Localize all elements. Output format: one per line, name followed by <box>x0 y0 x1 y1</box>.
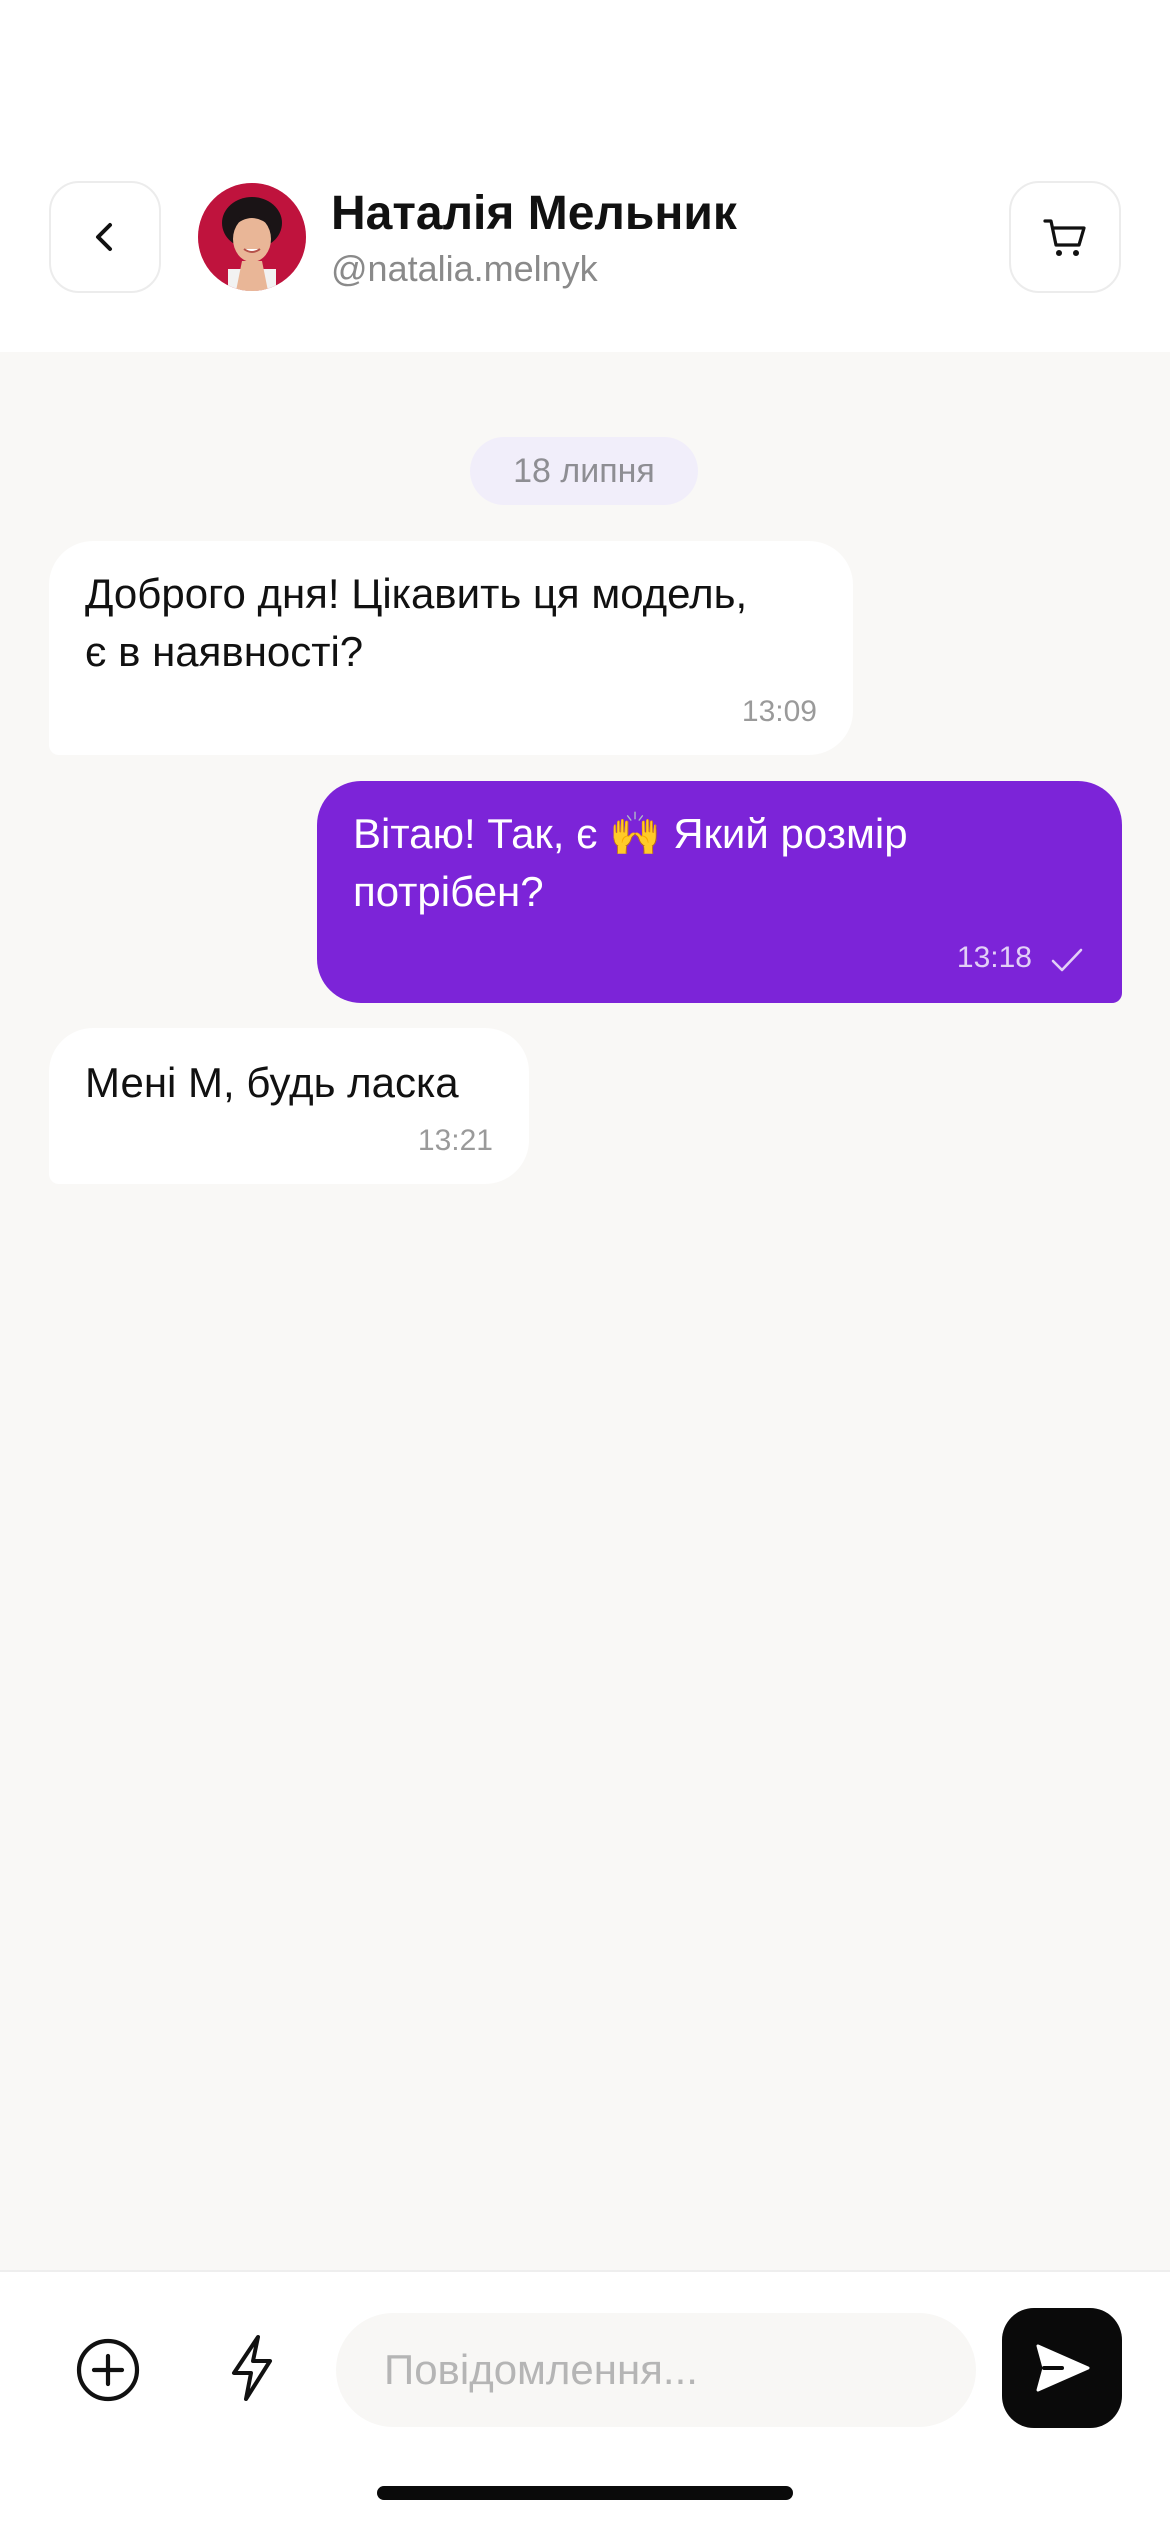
message-text: Вітаю! Так, є 🙌 Який розмір <box>353 810 908 857</box>
message-bubble-outgoing[interactable]: Вітаю! Так, є 🙌 Який розмір потрібен? 13… <box>317 781 1122 1003</box>
message-text: Доброго дня! Цікавить ця модель, <box>85 570 748 617</box>
plus-circle-icon <box>76 2338 140 2402</box>
message-time: 13:21 <box>417 1124 493 1157</box>
message-text: є в наявності? <box>85 628 364 675</box>
message-bubble-incoming[interactable]: Мені M, будь ласка 13:21 <box>49 1028 529 1184</box>
contact-name: Наталія Мельник <box>331 187 737 240</box>
message-bubble-incoming[interactable]: Доброго дня! Цікавить ця модель, є в ная… <box>49 541 853 755</box>
avatar[interactable] <box>198 183 306 291</box>
checkmark-icon <box>1051 948 1083 972</box>
message-text: потрібен? <box>353 868 544 915</box>
chevron-left-icon <box>96 223 112 251</box>
message-input[interactable] <box>336 2313 976 2427</box>
send-button[interactable] <box>1002 2308 1122 2428</box>
lightning-icon <box>232 2335 272 2401</box>
back-button[interactable] <box>49 181 161 293</box>
shopping-cart-icon <box>1043 219 1086 256</box>
message-time: 13:09 <box>741 695 817 728</box>
quick-replies-button[interactable] <box>216 2330 288 2406</box>
add-attachment-button[interactable] <box>72 2334 144 2406</box>
message-text: Мені M, будь ласка <box>85 1059 459 1106</box>
cart-button[interactable] <box>1009 181 1121 293</box>
chat-header: Наталія Мельник @natalia.melnyk <box>0 0 1170 352</box>
contact-handle: @natalia.melnyk <box>331 248 598 289</box>
home-indicator[interactable] <box>377 2486 793 2500</box>
send-icon <box>1036 2344 1090 2392</box>
message-time: 13:18 <box>956 941 1032 974</box>
date-separator: 18 липня <box>470 437 698 505</box>
